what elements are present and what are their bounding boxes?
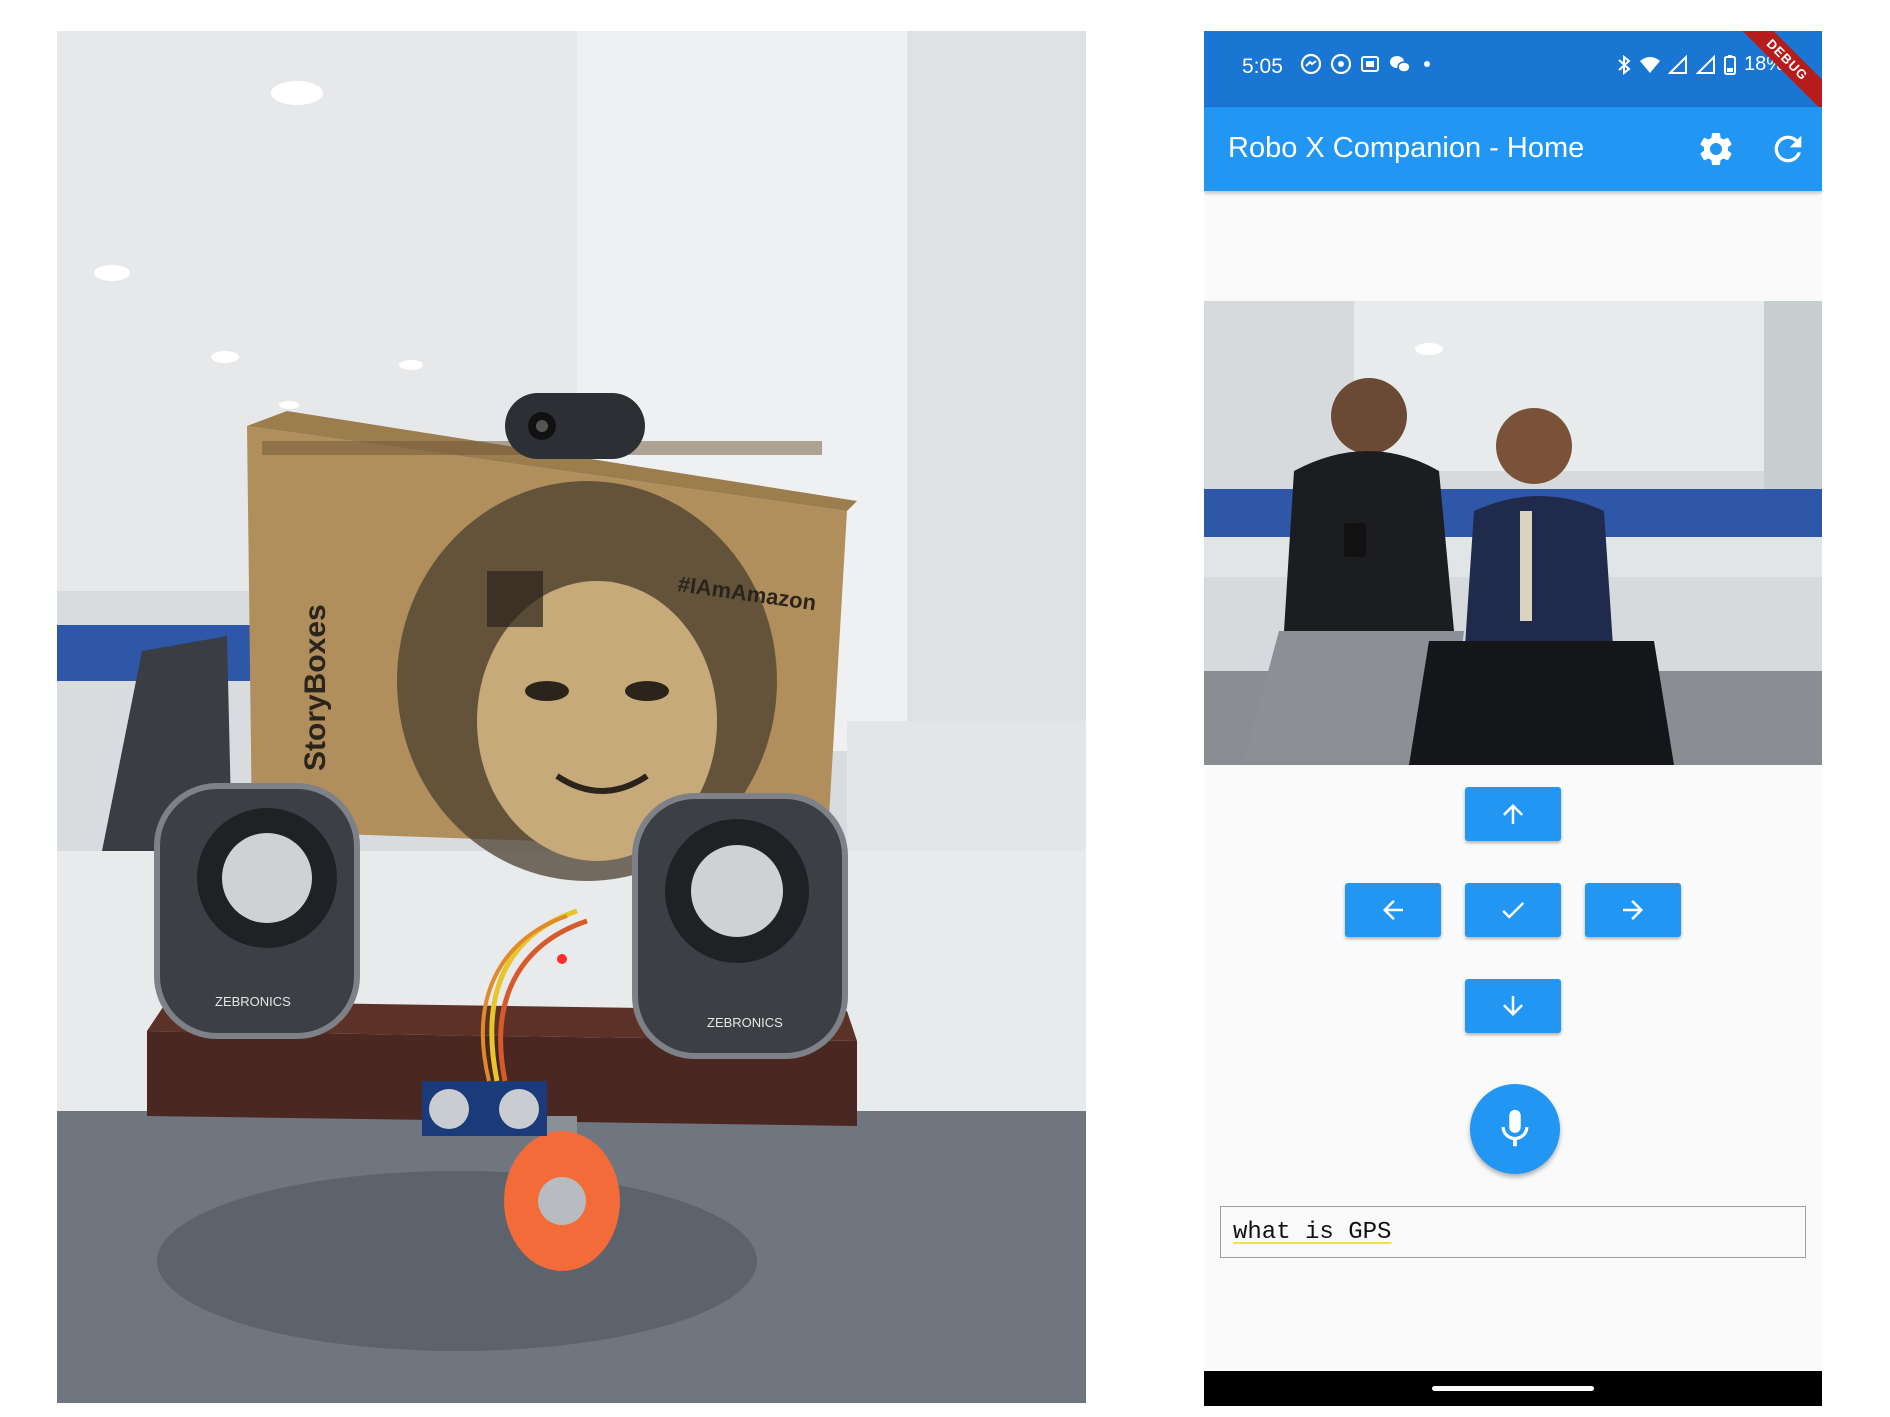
speech-text: what is GPS <box>1233 1219 1392 1246</box>
camera-feed <box>1204 301 1822 765</box>
notification-icons <box>1300 53 1434 75</box>
move-left-button[interactable] <box>1345 883 1441 937</box>
navigation-bar <box>1204 1371 1822 1406</box>
signal-icon-2 <box>1696 54 1715 74</box>
arrow-down-icon <box>1503 996 1523 1016</box>
app-title: Robo X Companion - Home <box>1228 132 1585 164</box>
message-icon <box>1361 56 1379 72</box>
speech-text-field[interactable]: what is GPS <box>1220 1206 1806 1258</box>
settings-button[interactable] <box>1696 129 1736 169</box>
messenger-icon <box>1300 53 1322 75</box>
app-bar: Robo X Companion - Home <box>1204 107 1822 191</box>
robot-photo: StoryBoxes #IAmAmazon ZEBRONICS ZEBRONIC… <box>57 31 1086 1403</box>
mic-icon <box>1501 1109 1529 1147</box>
whatsapp-icon <box>1330 53 1352 75</box>
wechat-icon <box>1390 56 1411 73</box>
right-speaker-brand: ZEBRONICS <box>707 1015 783 1030</box>
status-time: 5:05 <box>1242 55 1283 78</box>
box-brand-text: StoryBoxes <box>299 604 332 771</box>
phone-screen: 5:05 18% DEBUG Robo X Companion - Home w… <box>1204 31 1822 1406</box>
wifi-icon <box>1640 56 1660 73</box>
move-down-button[interactable] <box>1465 979 1561 1033</box>
arrow-left-icon <box>1383 900 1403 920</box>
status-bar: 5:05 18% DEBUG <box>1204 31 1822 121</box>
home-indicator[interactable] <box>1432 1386 1594 1391</box>
move-right-button[interactable] <box>1585 883 1681 937</box>
confirm-button[interactable] <box>1465 883 1561 937</box>
more-notifications-dot-icon <box>1424 61 1430 67</box>
move-up-button[interactable] <box>1465 787 1561 841</box>
refresh-icon <box>1774 135 1802 163</box>
voice-input-button[interactable] <box>1470 1084 1560 1174</box>
system-status-icons: 18% <box>1616 53 1784 76</box>
battery-icon <box>1724 54 1736 75</box>
left-speaker-brand: ZEBRONICS <box>215 994 291 1009</box>
bluetooth-icon <box>1618 54 1631 75</box>
arrow-up-icon <box>1503 804 1523 824</box>
refresh-button[interactable] <box>1768 129 1808 169</box>
signal-icon <box>1668 54 1687 74</box>
gear-icon <box>1700 132 1732 165</box>
check-icon <box>1502 901 1525 919</box>
arrow-right-icon <box>1623 900 1643 920</box>
